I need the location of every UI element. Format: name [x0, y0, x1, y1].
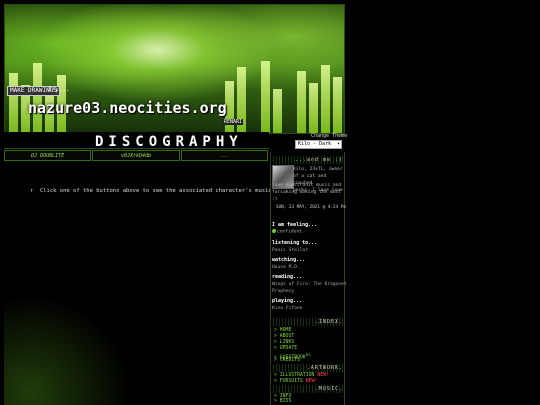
watching-label: watching... [272, 257, 306, 263]
playing-value: Kiva Fifone [272, 306, 303, 311]
music-heading: .MUSIC. [270, 385, 343, 393]
up-arrow-icon: ↑ [30, 188, 34, 194]
reading-label: reading... [272, 274, 303, 280]
reading-value: Wings of Fire: The Dragonet [272, 282, 347, 287]
new-badge: NEW! [317, 373, 329, 378]
instruction-text: ↑ Click one of the buttons above to see … [30, 188, 282, 194]
header-badge-text: try... [48, 86, 70, 93]
nav-bios[interactable]: > BIOS [274, 399, 291, 404]
nav-illustration[interactable]: > ILLUSTRATION NEW! [274, 373, 329, 378]
main-content [4, 162, 269, 405]
tab-dj-doublite[interactable]: DJ DOUBLITE [4, 150, 92, 161]
nav-home[interactable]: > HOME [274, 328, 291, 333]
site-title[interactable]: nazure03.neocities.org [28, 99, 227, 117]
feeling-label: I am feeling... [272, 222, 318, 228]
page-title: DISCOGRAPHY [95, 134, 243, 150]
guestbook-badge: ns [305, 352, 311, 357]
chevron-down-icon: ▾ [336, 141, 340, 147]
tab-character-2[interactable]: v0JXrkD4db [92, 150, 180, 161]
instruction-label: Click one of the buttons above to see th… [39, 188, 272, 194]
nav-about[interactable]: > ABOUT [274, 334, 294, 339]
mood-icon [272, 229, 276, 233]
about-heading: ...and me :) [270, 156, 343, 164]
theme-select[interactable]: Kilo - Dark ▾ [295, 140, 342, 149]
new-badge: NEW! [305, 379, 318, 384]
reading-value-cont: Prophecy [272, 289, 295, 294]
timestamp: SUN, 23 MAY, 2021 @ 4:24 Pm [276, 205, 346, 210]
theme-label: Change Theme [311, 133, 348, 139]
character-tabs: DJ DOUBLITE v0JXrkD4db ... [4, 150, 269, 161]
feeling-value: confident [272, 229, 302, 235]
nav-fursuits[interactable]: > FURSUITS NEW! [274, 379, 317, 384]
nav-links[interactable]: > LINKS [274, 340, 294, 345]
artwork-heading: .ARTWORK. [270, 364, 343, 372]
header-tag: RENARI [223, 119, 244, 125]
about-text-more: love electronic music and forsaking maki… [272, 183, 342, 202]
playing-label: playing... [272, 298, 303, 304]
index-heading: .INDEX. [270, 318, 343, 326]
nav-credits[interactable]: > CREDITS [274, 358, 300, 363]
nav-update[interactable]: > UPDATE [274, 346, 297, 351]
listening-value: Panic Stellar [272, 248, 308, 253]
theme-select-value: Kilo - Dark [298, 141, 332, 147]
listening-label: listening to... [272, 240, 318, 246]
tab-more[interactable]: ... [180, 150, 268, 161]
watching-value: House M.D. [272, 265, 300, 270]
